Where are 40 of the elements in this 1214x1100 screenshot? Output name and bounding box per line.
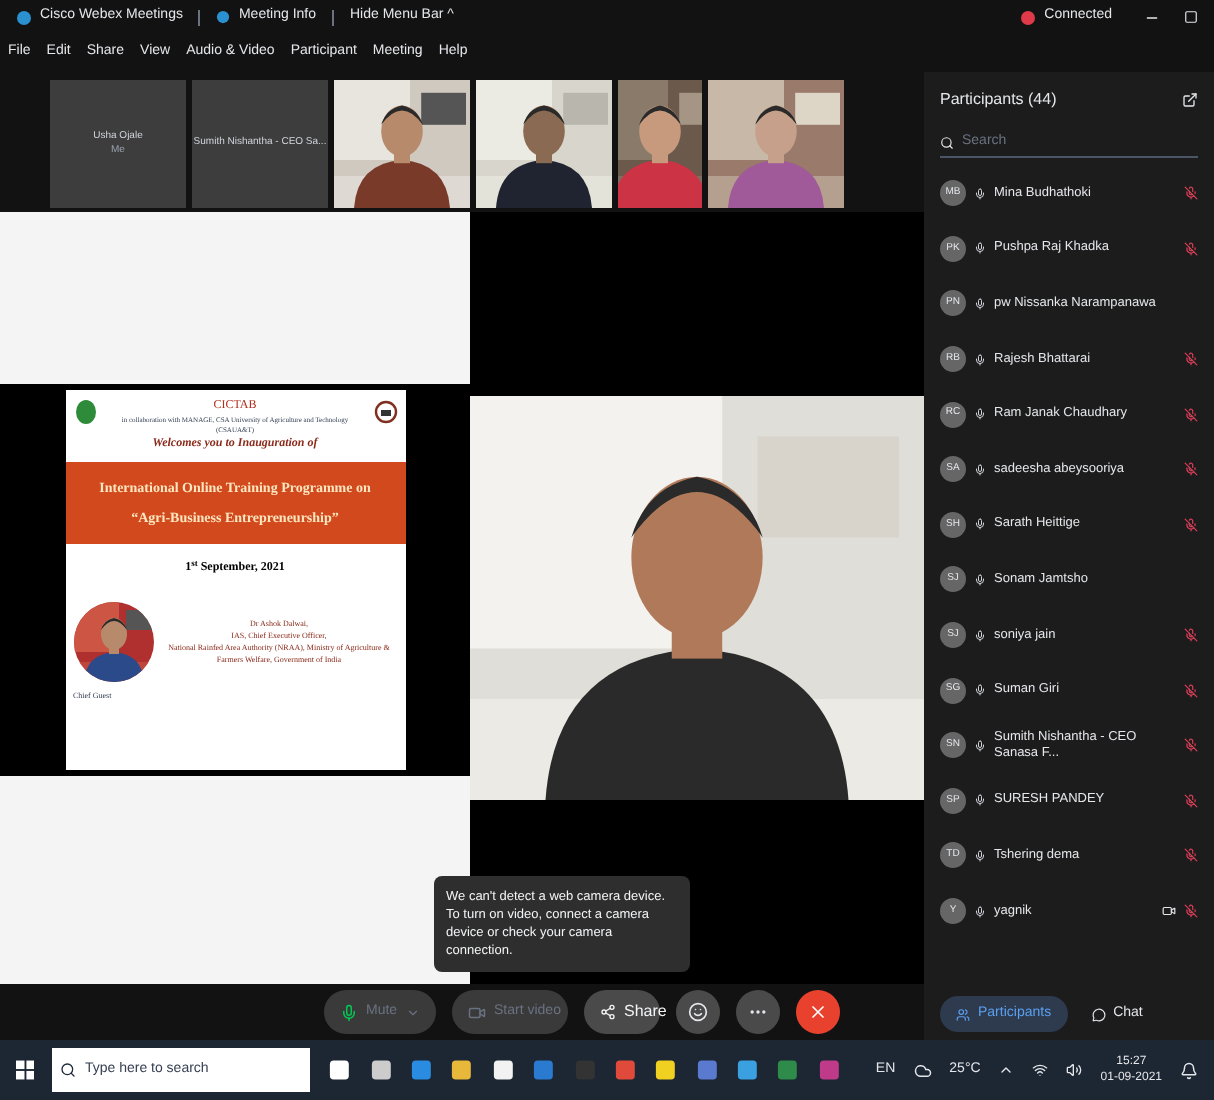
microphone-icon [974, 739, 986, 752]
microphone-icon [974, 573, 986, 586]
more-button[interactable] [736, 990, 780, 1034]
microphone-icon [974, 187, 986, 200]
maximize-icon[interactable] [1184, 10, 1198, 24]
microphone-icon [974, 463, 986, 476]
people-icon [956, 1007, 970, 1021]
panel-title: Participants (44) [940, 88, 1059, 112]
microphone-icon [974, 684, 986, 697]
end-meeting-button[interactable] [796, 990, 840, 1034]
microphone-icon [974, 353, 986, 366]
network-icon[interactable] [1032, 1062, 1049, 1078]
emblem-icon [373, 398, 397, 426]
microphone-icon [974, 905, 986, 918]
caret-icon [405, 1005, 420, 1019]
recording-icon [1020, 9, 1037, 25]
emblem-icon [73, 398, 97, 426]
weather-icon [913, 1061, 932, 1079]
chat-icon [1091, 1007, 1106, 1021]
microphone-icon [974, 518, 986, 531]
volume-icon[interactable] [1066, 1062, 1083, 1078]
microphone-icon [340, 1003, 358, 1021]
pop-out-icon[interactable] [1182, 92, 1198, 108]
close-icon [808, 1002, 828, 1022]
app-logo-icon [16, 9, 32, 25]
microphone-icon [974, 408, 986, 421]
camera-icon [468, 1003, 486, 1021]
reactions-button[interactable] [676, 990, 720, 1034]
caret-icon[interactable] [998, 1062, 1015, 1078]
microphone-icon [974, 794, 986, 807]
microphone-icon [974, 629, 986, 642]
share-icon [600, 1004, 616, 1020]
microphone-icon [974, 297, 986, 310]
search-icon [940, 135, 954, 149]
windows-icon[interactable] [16, 1060, 35, 1080]
notification-icon[interactable] [1180, 1061, 1198, 1079]
microphone-icon [974, 242, 986, 255]
smiley-icon [688, 1002, 708, 1022]
search-icon [60, 1062, 77, 1078]
microphone-icon [974, 849, 986, 862]
